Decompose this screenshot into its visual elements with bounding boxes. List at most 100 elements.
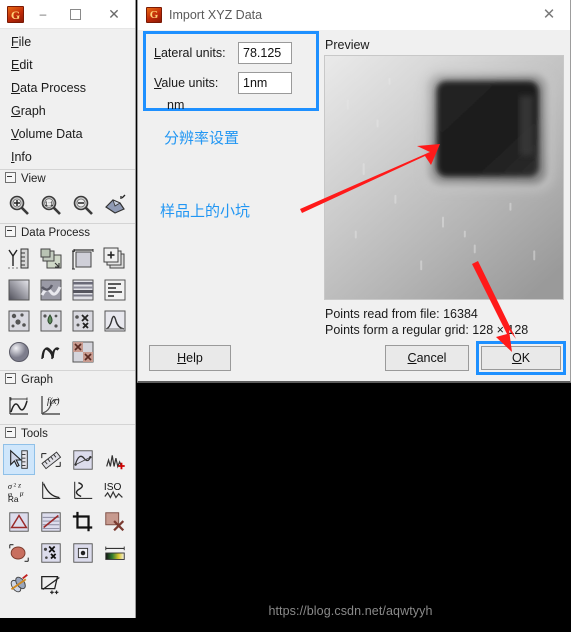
- lateral-units-input[interactable]: 78.125: [238, 42, 292, 64]
- zoom-out-icon[interactable]: [67, 189, 99, 220]
- preview-image-frame: [324, 55, 564, 300]
- afm-preview-image: [325, 56, 563, 299]
- ok-button[interactable]: OK: [481, 346, 561, 370]
- zoom-1to1-icon[interactable]: 1:1: [35, 189, 67, 220]
- grain-water-icon[interactable]: [35, 305, 67, 336]
- zoom-in-icon[interactable]: [3, 189, 35, 220]
- lateral-units-row: Lateral units: 78.125: [154, 42, 292, 64]
- sphere-revolve-icon[interactable]: [3, 336, 35, 367]
- main-menu: File Edit Data Process Graph Volume Data…: [0, 29, 135, 169]
- collapse-icon[interactable]: [5, 373, 16, 384]
- resample-icon[interactable]: [67, 243, 99, 274]
- grain-remove-tool-icon[interactable]: [35, 537, 67, 568]
- stat-quantities-icon[interactable]: [35, 475, 67, 506]
- wave-filter-icon[interactable]: [35, 336, 67, 367]
- import-xyz-dialog: G Import XYZ Data ✕ Lateral units: 78.125…: [137, 0, 571, 383]
- svg-text:Ra: Ra: [8, 494, 19, 503]
- row-align-icon[interactable]: [99, 274, 131, 305]
- cancel-button[interactable]: Cancel: [385, 345, 469, 371]
- annotation-resolution-note: 分辨率设置: [164, 129, 240, 147]
- collapse-icon[interactable]: [5, 427, 16, 438]
- color-range-icon[interactable]: [99, 537, 131, 568]
- section-view-header[interactable]: View: [0, 170, 135, 188]
- collapse-icon[interactable]: [5, 172, 16, 183]
- section-tools-header[interactable]: Tools: [0, 425, 135, 443]
- section-graph: Graph f(x): [0, 370, 135, 424]
- screenshot-root: G – ✕ File Edit Data Process Graph Volum…: [0, 0, 571, 632]
- close-button[interactable]: ✕: [95, 0, 133, 28]
- mask-remove-icon[interactable]: [67, 336, 99, 367]
- rough-surface-icon[interactable]: [35, 274, 67, 305]
- measure-distance-icon[interactable]: [35, 444, 67, 475]
- grain-measure-icon[interactable]: [3, 537, 35, 568]
- collapse-icon[interactable]: [5, 226, 16, 237]
- selection-manager-icon[interactable]: [35, 568, 67, 599]
- graph-extract-icon[interactable]: [3, 390, 35, 421]
- svg-text:f(x): f(x): [47, 396, 60, 406]
- tools-icon-grid: σ 2 z φ Ra μ ISO: [0, 443, 135, 602]
- line-correct-icon[interactable]: [67, 274, 99, 305]
- path-level-icon[interactable]: [35, 506, 67, 537]
- points-read-status: Points read from file: 16384: [325, 307, 478, 321]
- units-parameters-group: Lateral units: 78.125 Value units: 1nm nm: [143, 31, 319, 112]
- iso-roughness-icon[interactable]: ISO: [99, 475, 131, 506]
- section-tools: Tools σ 2 z φ Ra μ ISO: [0, 424, 135, 602]
- menu-item-file[interactable]: File: [0, 31, 135, 54]
- section-view: View 1:1: [0, 169, 135, 223]
- menu-item-info[interactable]: Info: [0, 146, 135, 169]
- section-data-process: Data Process: [0, 223, 135, 370]
- maximize-button[interactable]: [56, 0, 94, 28]
- spot-remove-icon[interactable]: [67, 537, 99, 568]
- crop-icon[interactable]: [67, 506, 99, 537]
- profile-icon[interactable]: [67, 444, 99, 475]
- gwyddion-dialog-icon: G: [146, 7, 162, 23]
- statistics-icon[interactable]: σ 2 z φ Ra μ: [3, 475, 35, 506]
- svg-text:1:1: 1:1: [44, 201, 53, 208]
- toolbox-titlebar: G – ✕: [0, 0, 135, 29]
- mask-edit-icon[interactable]: [99, 506, 131, 537]
- grain-dist-icon[interactable]: [99, 305, 131, 336]
- data-process-icon-grid: [0, 242, 135, 370]
- menu-item-data-process[interactable]: Data Process: [0, 77, 135, 100]
- section-graph-header[interactable]: Graph: [0, 371, 135, 389]
- annotation-pit-note: 样品上的小坑: [160, 202, 251, 220]
- menu-item-volume-data[interactable]: Volume Data: [0, 123, 135, 146]
- menu-item-edit[interactable]: Edit: [0, 54, 135, 77]
- scale-icon[interactable]: [3, 243, 35, 274]
- gwyddion-app-icon: G: [7, 6, 24, 23]
- dialog-close-button[interactable]: ✕: [528, 0, 570, 30]
- section-tools-title: Tools: [21, 428, 48, 440]
- grain-mark-icon[interactable]: [3, 305, 35, 336]
- ok-button-highlight: OK: [476, 341, 566, 375]
- section-data-process-header[interactable]: Data Process: [0, 224, 135, 242]
- spectra-icon[interactable]: [99, 444, 131, 475]
- gwyddion-toolbox-window: G – ✕ File Edit Data Process Graph Volum…: [0, 0, 136, 618]
- grain-remove-icon[interactable]: [67, 305, 99, 336]
- crop-data-icon[interactable]: [35, 243, 67, 274]
- arithmetic-icon[interactable]: [99, 243, 131, 274]
- section-graph-title: Graph: [21, 374, 53, 386]
- three-point-level-icon[interactable]: [3, 506, 35, 537]
- lateral-units-label: Lateral units:: [154, 46, 226, 60]
- 3d-view-icon[interactable]: [99, 189, 131, 220]
- svg-text:ISO: ISO: [104, 482, 122, 493]
- watermark-text: https://blog.csdn.net/aqwtyyh: [268, 604, 433, 618]
- menu-item-graph[interactable]: Graph: [0, 100, 135, 123]
- graph-function-icon[interactable]: f(x): [35, 390, 67, 421]
- read-value-icon[interactable]: [3, 444, 35, 475]
- filter-icon[interactable]: [3, 568, 35, 599]
- value-units-input[interactable]: 1nm: [238, 72, 292, 94]
- section-data-process-title: Data Process: [21, 227, 91, 239]
- grid-status: Points form a regular grid: 128 × 128: [325, 323, 529, 337]
- dialog-title: Import XYZ Data: [169, 8, 263, 22]
- help-button[interactable]: Help: [149, 345, 231, 371]
- line-stats-icon[interactable]: [67, 475, 99, 506]
- value-units-row: Value units: 1nm nm: [154, 72, 316, 112]
- svg-text:μ: μ: [20, 488, 24, 497]
- level-plane-icon[interactable]: [3, 274, 35, 305]
- watermark: https://blog.csdn.net/aqwtyyh: [0, 604, 571, 618]
- dialog-titlebar: G Import XYZ Data ✕: [138, 0, 570, 30]
- view-icon-grid: 1:1: [0, 188, 135, 223]
- value-units-suffix: nm: [167, 98, 185, 112]
- svg-text:2: 2: [13, 482, 16, 488]
